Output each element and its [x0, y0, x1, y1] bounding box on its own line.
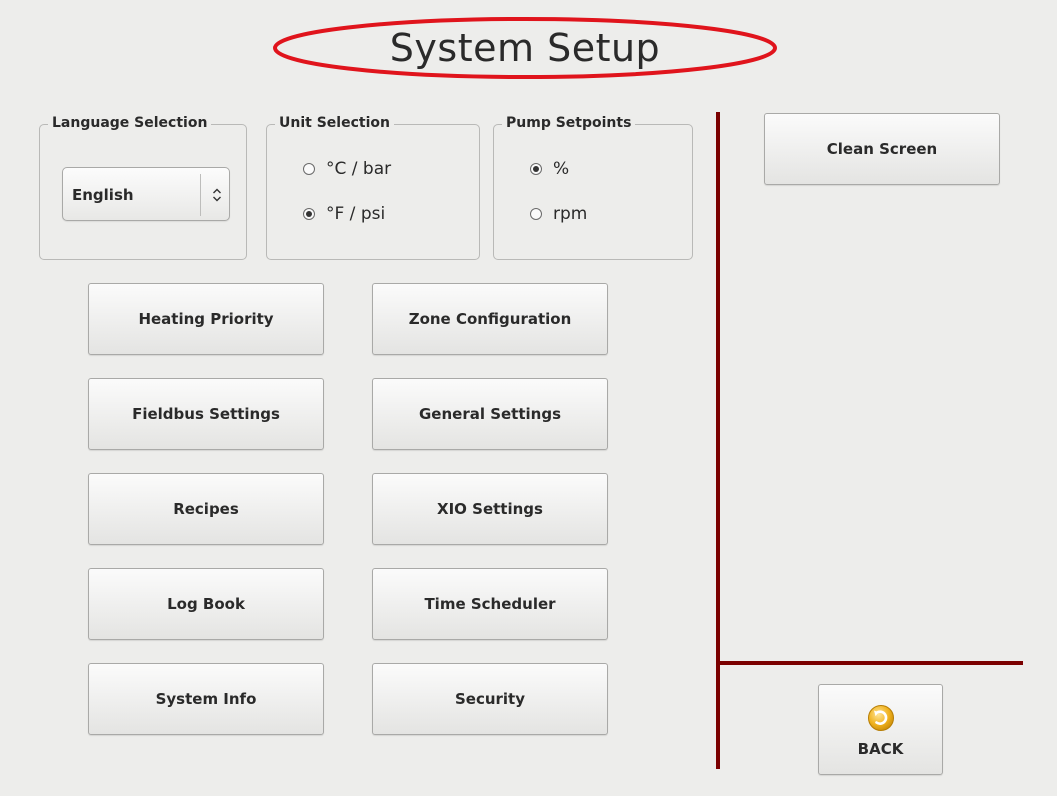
radio-button-checked[interactable]	[530, 163, 542, 175]
page-title: System Setup	[389, 26, 661, 70]
unit-option-fahrenheit-psi[interactable]: °F / psi	[303, 204, 385, 224]
dropdown-separator	[200, 174, 201, 216]
back-button-label: BACK	[857, 739, 904, 758]
language-dropdown-value: English	[72, 186, 134, 204]
xio-settings-button[interactable]: XIO Settings	[372, 473, 608, 545]
language-selection-group: Language Selection English	[39, 115, 247, 260]
heating-priority-button[interactable]: Heating Priority	[88, 283, 324, 355]
recipes-button[interactable]: Recipes	[88, 473, 324, 545]
language-dropdown[interactable]: English	[62, 167, 230, 221]
radio-button[interactable]	[530, 208, 542, 220]
pump-option-percent[interactable]: %	[530, 159, 569, 179]
pump-option-rpm[interactable]: rpm	[530, 204, 587, 224]
security-button[interactable]: Security	[372, 663, 608, 735]
radio-label: °C / bar	[326, 159, 392, 179]
horizontal-divider	[716, 661, 1023, 665]
unit-option-celsius-bar[interactable]: °C / bar	[303, 159, 391, 179]
radio-label: °F / psi	[326, 204, 386, 224]
zone-configuration-button[interactable]: Zone Configuration	[372, 283, 608, 355]
radio-button-checked[interactable]	[303, 208, 315, 220]
back-arrow-icon	[867, 704, 894, 731]
radio-button[interactable]	[303, 163, 315, 175]
vertical-divider	[716, 112, 720, 769]
radio-label: %	[553, 159, 570, 179]
up-down-chevron-icon	[203, 168, 231, 222]
pump-setpoints-group: Pump Setpoints % rpm	[493, 115, 693, 260]
clean-screen-button[interactable]: Clean Screen	[764, 113, 1000, 185]
back-button[interactable]: BACK	[818, 684, 943, 775]
time-scheduler-button[interactable]: Time Scheduler	[372, 568, 608, 640]
radio-label: rpm	[553, 204, 588, 224]
fieldbus-settings-button[interactable]: Fieldbus Settings	[88, 378, 324, 450]
system-info-button[interactable]: System Info	[88, 663, 324, 735]
pump-setpoints-legend: Pump Setpoints	[502, 115, 636, 131]
log-book-button[interactable]: Log Book	[88, 568, 324, 640]
unit-selection-group: Unit Selection °C / bar °F / psi	[266, 115, 480, 260]
unit-selection-legend: Unit Selection	[275, 115, 394, 131]
general-settings-button[interactable]: General Settings	[372, 378, 608, 450]
language-selection-legend: Language Selection	[48, 115, 212, 131]
